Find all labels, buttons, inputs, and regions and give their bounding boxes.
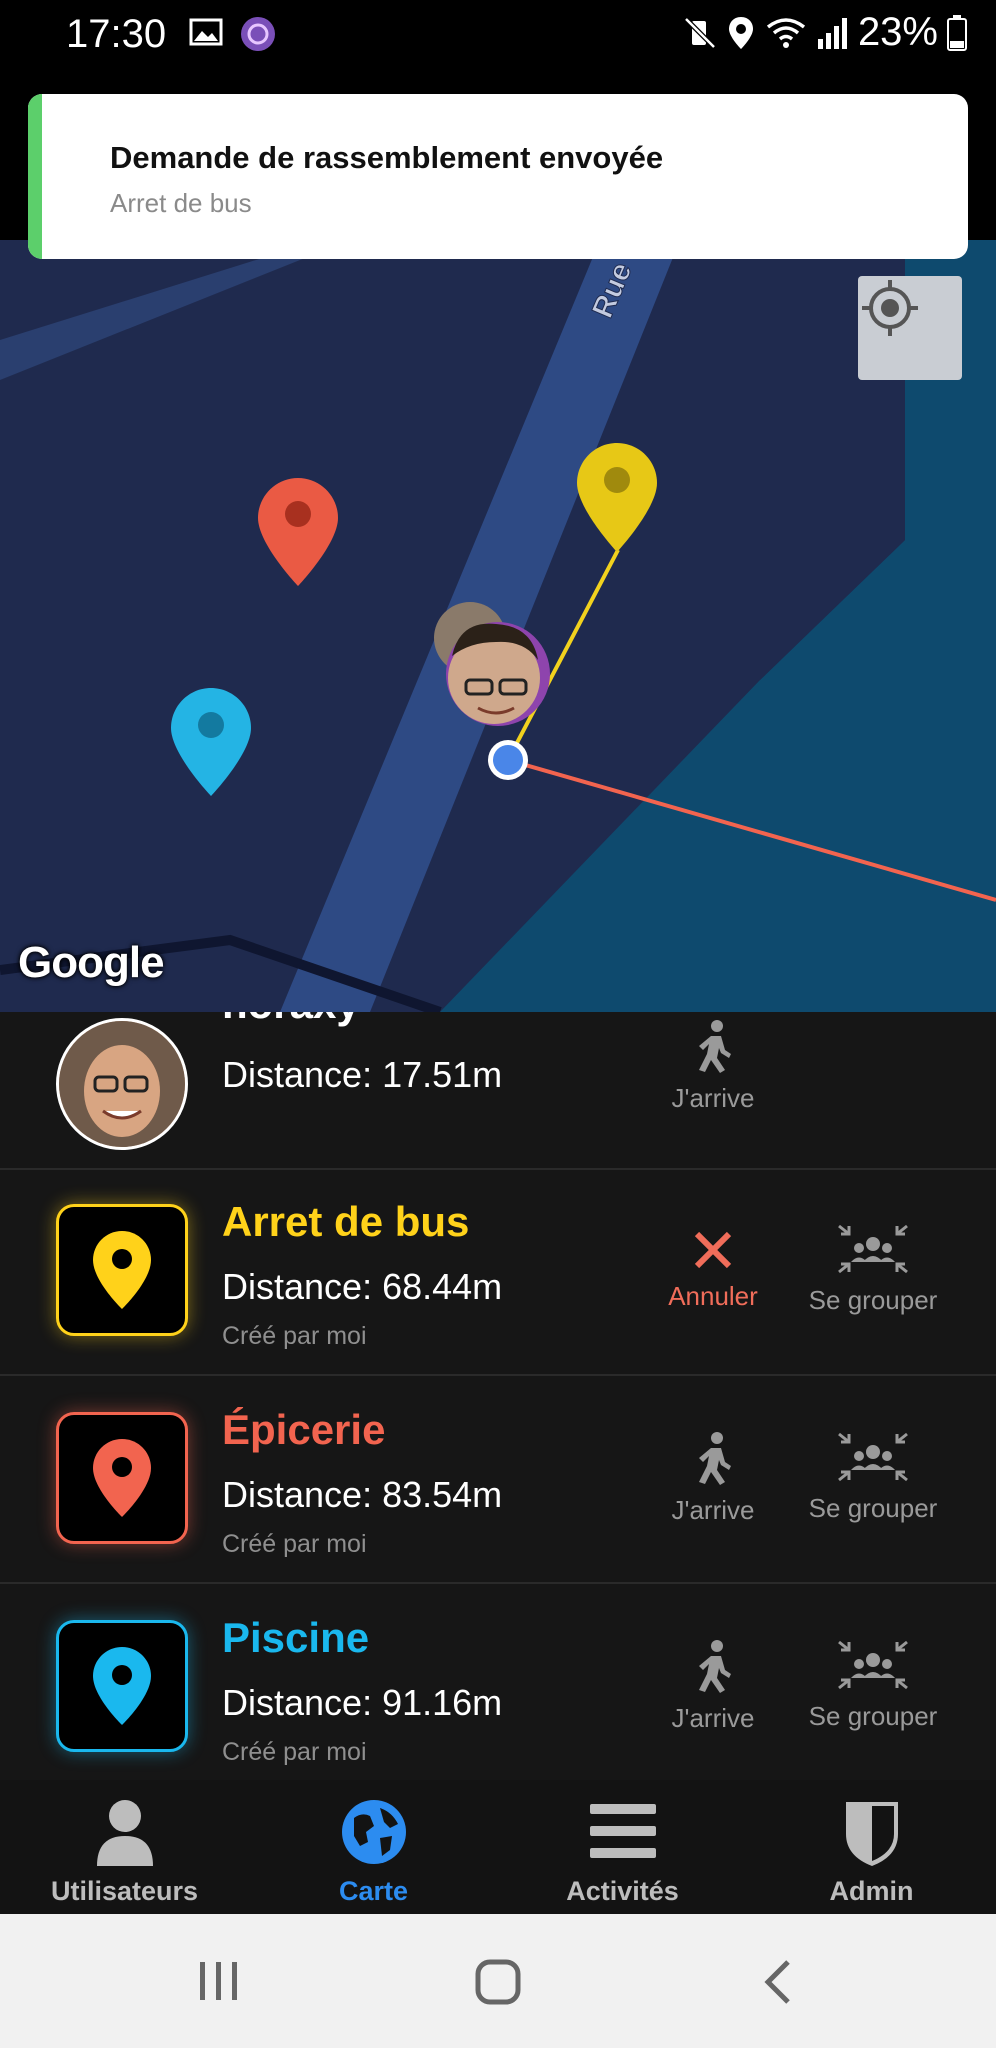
google-logo: Google (18, 938, 165, 987)
gallery-icon (189, 18, 223, 46)
bottom-navigation: Utilisateurs Carte Activités Admin (0, 1780, 996, 1914)
nav-label: Activités (566, 1876, 679, 1906)
close-icon (694, 1231, 732, 1269)
walking-icon (699, 1432, 731, 1485)
map-canvas[interactable]: Rue (0, 240, 996, 1012)
avatar-face (59, 1021, 185, 1147)
toast-subtitle: Arret de bus (110, 188, 252, 218)
map-view[interactable]: Rue Google (0, 240, 996, 1012)
place-name: Piscine (222, 1614, 370, 1661)
places-list[interactable]: noraxy Distance: 17.51m J'arrive Arret d… (0, 1012, 996, 1780)
place-distance: Distance: 68.44m (222, 1266, 503, 1307)
globe-icon (341, 1800, 406, 1864)
list-item-user[interactable]: noraxy Distance: 17.51m J'arrive (0, 1012, 996, 1170)
crosshair-icon (862, 280, 918, 336)
mute-vibrate-icon (684, 16, 716, 49)
place-distance: Distance: 83.54m (222, 1474, 503, 1515)
list-item-place[interactable]: Arret de bus Distance: 68.44m Créé par m… (0, 1168, 996, 1376)
system-navigation-bar (0, 1914, 996, 2048)
place-distance: Distance: 91.16m (222, 1682, 503, 1723)
place-name: Arret de bus (222, 1198, 470, 1245)
my-location-marker (488, 740, 528, 780)
group-label: Se grouper (808, 1285, 938, 1315)
arrive-button[interactable]: J'arrive (638, 1430, 788, 1526)
place-icon-tile (56, 1204, 188, 1336)
status-time: 17:30 (66, 12, 167, 56)
status-bar: 17:30 23% (0, 0, 996, 70)
status-notification-icons (188, 14, 278, 54)
group-icon (838, 1224, 908, 1274)
place-creator: Créé par moi (222, 1322, 367, 1350)
user-icon (96, 1800, 153, 1866)
walking-icon (699, 1640, 731, 1693)
group-icon (838, 1432, 908, 1482)
avatar (56, 1018, 188, 1150)
walking-icon (699, 1020, 731, 1073)
shield-icon (845, 1802, 898, 1866)
place-creator: Créé par moi (222, 1738, 367, 1766)
group-label: Se grouper (808, 1701, 938, 1731)
location-icon (728, 16, 753, 49)
recent-apps-icon[interactable] (196, 1958, 242, 2004)
nav-item-admin[interactable]: Admin (747, 1780, 996, 1914)
nav-item-utilisateurs[interactable]: Utilisateurs (0, 1780, 249, 1914)
battery-icon (947, 14, 967, 51)
user-distance: Distance: 17.51m (222, 1054, 503, 1095)
arrive-button[interactable]: J'arrive (638, 1018, 788, 1114)
toast-title: Demande de rassemblement envoyée (110, 140, 664, 175)
user-name: noraxy (222, 1012, 360, 1028)
nav-label: Carte (338, 1876, 409, 1906)
signal-icon (817, 17, 847, 49)
toast-accent-bar (28, 94, 42, 259)
group-button[interactable]: Se grouper (798, 1638, 948, 1732)
group-label: Se grouper (808, 1493, 938, 1523)
arrive-label: J'arrive (671, 1495, 755, 1525)
arrive-label: J'arrive (671, 1703, 755, 1733)
location-pin-icon (93, 1231, 151, 1309)
place-icon-tile (56, 1620, 188, 1752)
app-notification-icon (241, 17, 275, 51)
nav-label: Utilisateurs (50, 1876, 199, 1906)
list-item-place[interactable]: Épicerie Distance: 83.54m Créé par moi J… (0, 1376, 996, 1584)
group-button[interactable]: Se grouper (798, 1222, 948, 1316)
menu-icon (589, 1804, 656, 1858)
status-system-icons: 23% (682, 10, 968, 55)
wifi-icon (766, 17, 806, 48)
notification-toast[interactable]: Demande de rassemblement envoyée Arret d… (28, 94, 968, 259)
place-creator: Créé par moi (222, 1530, 367, 1558)
place-icon-tile (56, 1412, 188, 1544)
back-icon[interactable] (758, 1958, 798, 2006)
cancel-button[interactable]: Annuler (638, 1228, 788, 1312)
arrive-button[interactable]: J'arrive (638, 1638, 788, 1734)
list-item-place[interactable]: Piscine Distance: 91.16m Créé par moi J'… (0, 1584, 996, 1780)
nav-label: Admin (829, 1876, 914, 1906)
nav-item-activites[interactable]: Activités (498, 1780, 747, 1914)
home-icon[interactable] (474, 1958, 522, 2006)
arrive-label: J'arrive (671, 1083, 755, 1113)
group-icon (838, 1640, 908, 1690)
place-name: Épicerie (222, 1406, 386, 1453)
battery-percent: 23% (857, 10, 938, 54)
nav-item-carte[interactable]: Carte (249, 1780, 498, 1914)
location-pin-icon (93, 1439, 151, 1517)
location-pin-icon (93, 1647, 151, 1725)
cancel-label: Annuler (668, 1281, 758, 1311)
my-location-button[interactable] (858, 276, 962, 380)
group-button[interactable]: Se grouper (798, 1430, 948, 1524)
